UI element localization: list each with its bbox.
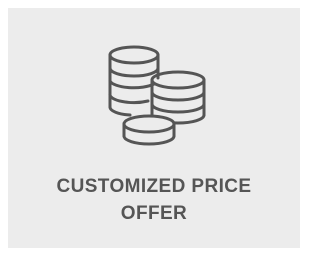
card-title-line-2: OFFER — [120, 203, 188, 224]
card-title-line-1: CUSTOMIZED PRICE — [56, 176, 252, 197]
coins-stack-icon — [104, 40, 214, 150]
card-title: CUSTOMIZED PRICE OFFER — [8, 173, 300, 227]
customized-price-offer-card[interactable]: CUSTOMIZED PRICE OFFER — [8, 8, 300, 248]
